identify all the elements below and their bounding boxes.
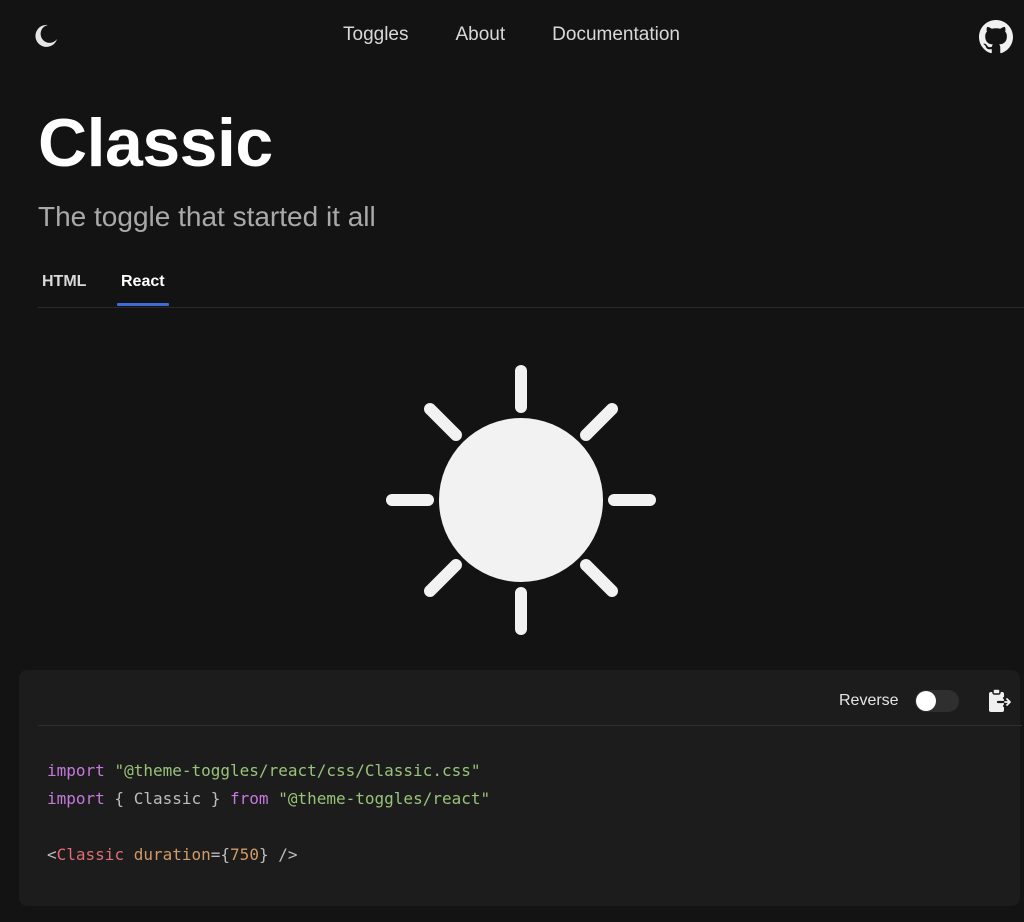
top-navigation-bar: Toggles About Documentation: [0, 0, 1024, 72]
nav-link-about[interactable]: About: [456, 24, 506, 46]
code-panel-header: Reverse: [38, 670, 1022, 726]
clipboard-copy-icon[interactable]: [986, 687, 1012, 715]
code-panel: Reverse import "@theme-toggles/react/css…: [19, 670, 1022, 906]
code-string: "@theme-toggles/react/css/Classic.css": [114, 761, 481, 780]
main-nav: Toggles About Documentation: [343, 24, 680, 46]
code-attr: duration: [124, 845, 211, 864]
switch-knob: [916, 691, 936, 711]
moon-icon[interactable]: [31, 22, 59, 50]
reverse-switch[interactable]: [915, 690, 959, 712]
page: Toggles About Documentation Classic The …: [0, 0, 1024, 922]
nav-link-toggles[interactable]: Toggles: [343, 24, 409, 46]
code-text: { Classic }: [104, 789, 231, 808]
code-keyword: from: [230, 789, 269, 808]
page-title: Classic: [38, 105, 273, 181]
code-number: 750: [230, 845, 259, 864]
code-punct: ={: [210, 845, 231, 864]
code-punct: } />: [258, 845, 298, 864]
code-block: import "@theme-toggles/react/css/Classic…: [47, 757, 490, 869]
code-keyword: import: [47, 761, 105, 780]
github-icon[interactable]: [979, 20, 1013, 54]
nav-link-documentation[interactable]: Documentation: [552, 24, 680, 46]
framework-tabs: HTML React: [38, 260, 1024, 308]
sun-icon: [386, 365, 656, 635]
tab-html[interactable]: HTML: [38, 273, 90, 306]
code-tag: Classic: [56, 845, 125, 864]
page-subtitle: The toggle that started it all: [38, 201, 376, 232]
code-keyword: import: [47, 789, 105, 808]
tab-react[interactable]: React: [117, 273, 169, 306]
code-punct: <: [47, 845, 57, 864]
reverse-label: Reverse: [839, 692, 899, 709]
theme-toggle-button[interactable]: [384, 363, 658, 637]
code-string: "@theme-toggles/react": [278, 789, 491, 808]
